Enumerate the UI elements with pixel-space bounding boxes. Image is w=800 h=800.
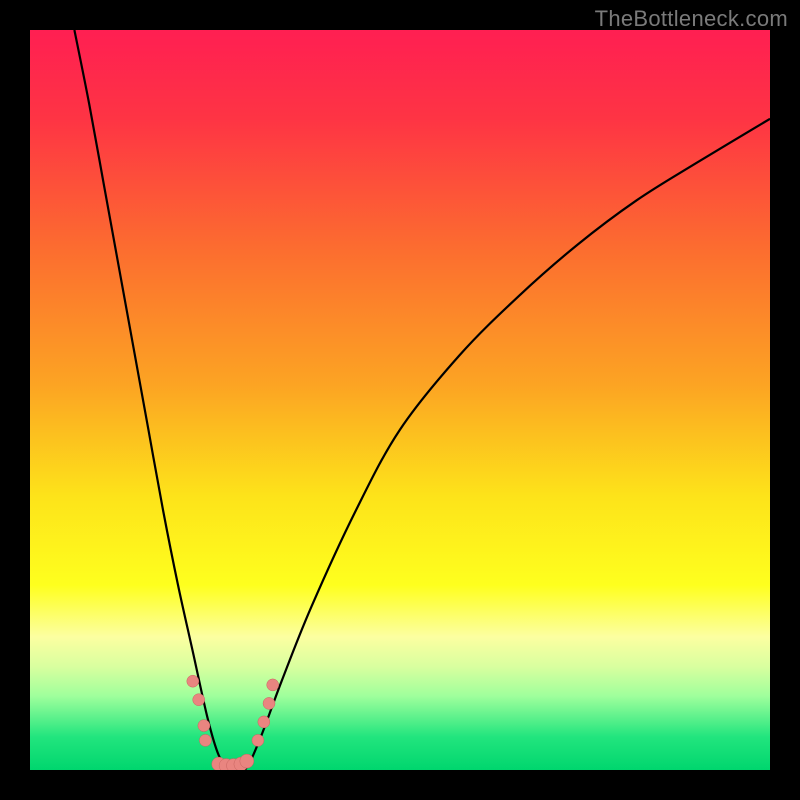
marker-point (258, 716, 270, 728)
chart-frame: TheBottleneck.com (0, 0, 800, 800)
marker-point (193, 694, 205, 706)
marker-point (240, 754, 254, 768)
marker-point (199, 734, 211, 746)
marker-point (198, 720, 210, 732)
marker-point (187, 675, 199, 687)
marker-point (267, 679, 279, 691)
plot-area (30, 30, 770, 770)
bottleneck-curve (74, 30, 770, 770)
watermark-text: TheBottleneck.com (595, 6, 788, 32)
marker-point (263, 697, 275, 709)
marker-point (252, 734, 264, 746)
curve-layer (30, 30, 770, 770)
